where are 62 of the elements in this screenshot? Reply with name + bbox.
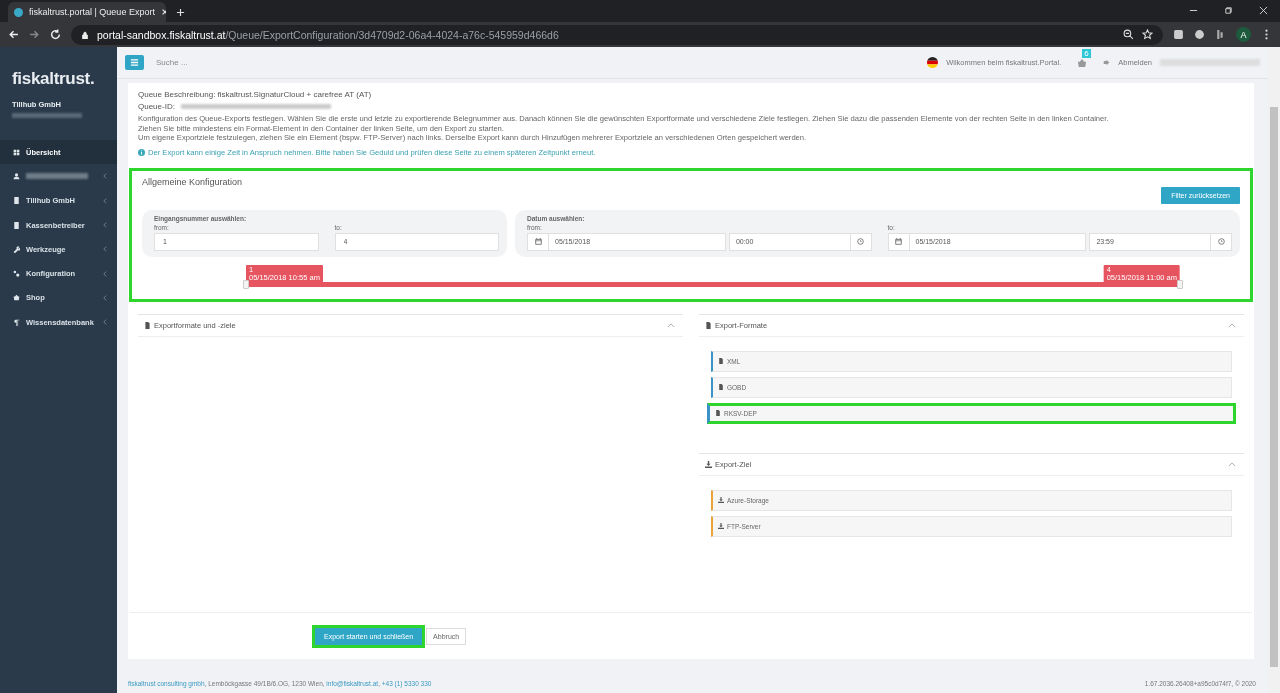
user-icon [13,172,20,180]
building-icon [13,221,20,229]
file-icon [715,410,721,416]
queue-description: Queue Beschreibung: fiskaltrust.SignaturCloud + carefree AT (AT) [138,90,373,99]
scrollbar[interactable] [1268,47,1280,693]
star-icon[interactable] [1142,29,1153,40]
panel-title: Allgemeine Konfiguration [142,176,244,187]
download-icon [718,523,724,529]
menu-icon [130,58,139,67]
clock-icon [1217,238,1225,245]
queue-id-label: Queue-ID: [138,102,175,111]
chevron-icon [103,173,107,180]
forward-arrow-icon[interactable] [29,29,40,40]
chevron-icon [103,294,107,301]
chevron-icon [103,197,107,204]
reload-icon[interactable] [50,29,61,40]
file-icon [144,321,151,329]
redacted-text [12,113,82,118]
download-icon [705,460,712,468]
chevron-icon [103,270,107,277]
profile-avatar[interactable]: A [1236,27,1251,42]
slider-handle[interactable] [243,279,249,289]
file-icon [705,321,712,329]
slider-handle[interactable] [1177,279,1183,289]
calendar-icon [895,238,902,245]
zoom-icon[interactable] [1123,29,1134,40]
close-icon[interactable] [1259,6,1268,15]
restore-icon[interactable] [1224,6,1233,15]
address-bar[interactable]: portal-sandbox.fiskaltrust.at/Queue/ExportConfiguration/3d4709d2-06a4-4024-a76c-545959d466d6 [71,24,1163,45]
extension-icon[interactable] [1173,29,1184,40]
chevron-icon [103,222,107,229]
chevron-icon [103,319,107,326]
file-icon [718,384,724,390]
close-tab-icon[interactable] [160,8,166,16]
wrench-icon [13,245,20,253]
search-field[interactable]: Suche ... [154,57,358,68]
building-icon [13,197,20,205]
logout-icon [1103,59,1111,66]
pilcrow-icon [13,318,20,326]
logo: fiskaltrust. [11,69,96,89]
range-slider[interactable] [246,281,1180,287]
extension-icon[interactable] [1215,29,1226,40]
clock-icon [857,238,864,245]
new-tab-icon[interactable] [176,8,185,17]
flag-icon [927,57,939,68]
info-icon [138,148,145,156]
basket-icon[interactable] [1077,57,1088,68]
gears-icon [13,270,20,278]
menu-button[interactable] [125,55,144,70]
grid-icon [13,148,20,156]
back-arrow-icon[interactable] [8,29,19,40]
favicon [14,7,23,17]
calendar-icon [534,238,542,245]
download-icon [718,497,724,503]
extension-icon[interactable] [1194,29,1205,40]
file-icon [718,358,724,364]
browser-tab[interactable]: fiskaltrust.portal | Queue Export [8,2,166,22]
url-text: portal-sandbox.fiskaltrust.at/Queue/ExportConfiguration/3d4709d2-06a4-4024-a76c-545959d466d6 [97,28,559,41]
basket-icon [13,294,20,302]
lock-icon [81,30,89,39]
chevron-icon [103,246,107,253]
cart-badge: 6 [1082,48,1091,58]
